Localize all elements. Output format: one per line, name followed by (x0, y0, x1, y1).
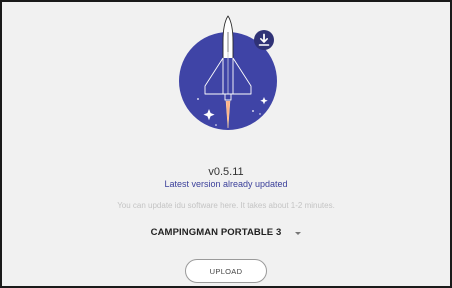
download-icon (254, 30, 274, 50)
hint-text: You can update idu software here. It tak… (117, 201, 335, 210)
version-label: v0.5.11 (208, 166, 244, 178)
device-name: CAMPINGMAN PORTABLE 3 (150, 227, 282, 238)
updater-panel: v0.5.11 Latest version already updated Y… (0, 0, 452, 288)
device-select[interactable]: CAMPINGMAN PORTABLE 3 (2, 227, 450, 238)
status-text: Latest version already updated (164, 179, 288, 189)
rocket-illustration (179, 15, 277, 130)
upload-button[interactable]: UPLOAD (185, 259, 267, 283)
chevron-down-icon (295, 232, 302, 235)
